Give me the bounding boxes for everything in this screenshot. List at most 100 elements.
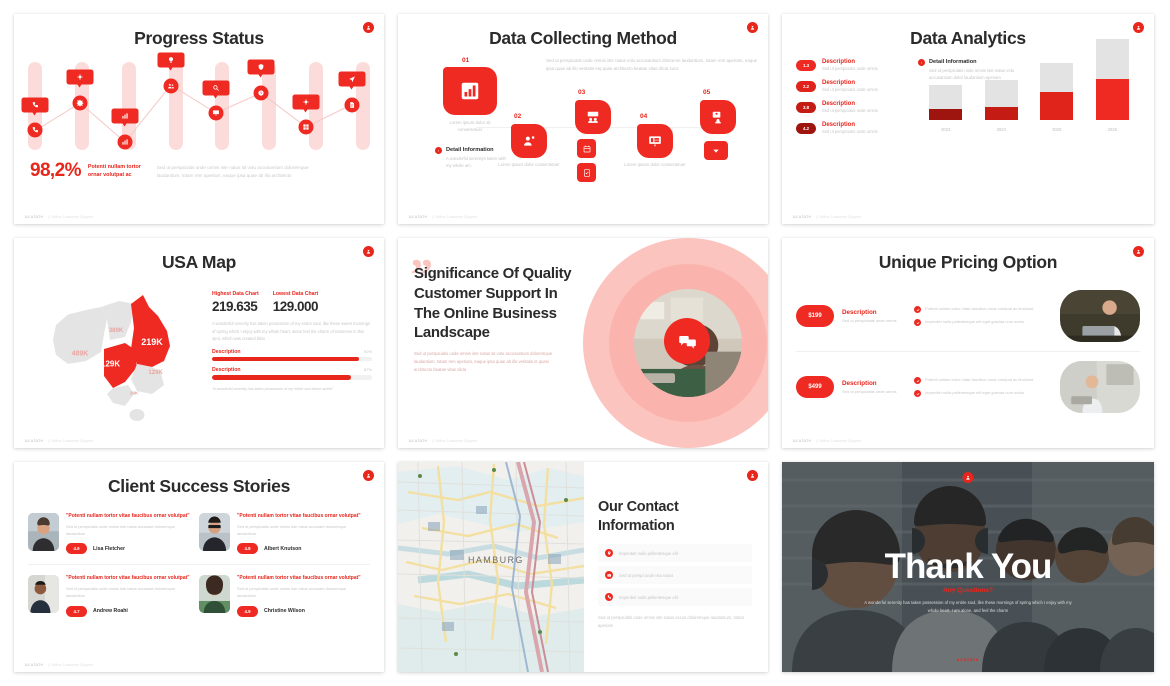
map-region-label: 129K bbox=[101, 359, 121, 369]
kpi-item[interactable]: 1.3 Description Sed ut perspiciatis unde… bbox=[796, 59, 908, 71]
progress-stat-label: Potenti nullam tortor ornar volutpat ac bbox=[87, 164, 141, 178]
progress-node[interactable] bbox=[344, 97, 360, 113]
brand-tagline: | Online Customer Support bbox=[48, 438, 94, 443]
slide-significance[interactable]: ” Significance Of Quality Customer Suppo… bbox=[398, 238, 768, 448]
progress-node[interactable] bbox=[253, 85, 269, 101]
step-number: 01 bbox=[462, 57, 470, 64]
rating-badge: 4.9 bbox=[66, 543, 87, 555]
testimonial-card[interactable]: "Potenti nullam tortor vitae faucibus or… bbox=[28, 503, 199, 566]
contact-text: Imperdiet nulla pellentesque elit bbox=[619, 594, 678, 600]
significance-body: Sed ut perspiciatis unde omnis iste natu… bbox=[414, 351, 553, 373]
progress-row: Description 87% bbox=[212, 367, 372, 380]
map-stats: Highest Data Chart 219.635 Lowest Data C… bbox=[212, 277, 372, 427]
slide-usa-map[interactable]: USA Map 489K 389K 219K 129K 129K 29K Hig… bbox=[14, 238, 384, 448]
user-icon bbox=[750, 25, 755, 30]
testimonial-rating-row: 4.7 Andrew Roahi bbox=[66, 605, 193, 617]
progress-tooltip[interactable] bbox=[202, 80, 230, 99]
photo-illustration bbox=[1060, 290, 1140, 342]
slide-unique-pricing[interactable]: Unique Pricing Option $199 Description S… bbox=[782, 238, 1154, 448]
step-card[interactable] bbox=[511, 124, 547, 158]
highest-data-stat: Highest Data Chart 219.635 bbox=[212, 291, 259, 314]
progress-tooltip[interactable] bbox=[247, 59, 275, 78]
city-map[interactable]: HAMBURG bbox=[398, 462, 584, 672]
progress-track bbox=[212, 356, 372, 362]
slide-contact-information[interactable]: HAMBURG Our Contact Information Imperdie… bbox=[398, 462, 768, 672]
step-card[interactable] bbox=[700, 100, 736, 134]
contact-row-address[interactable]: Imperdiet nulla pellentesque elit bbox=[598, 544, 752, 563]
progress-node[interactable] bbox=[27, 122, 43, 138]
bar-column[interactable] bbox=[1095, 39, 1129, 120]
kpi-value: 2.2 bbox=[796, 80, 816, 92]
bar-segment-value bbox=[1040, 92, 1074, 120]
kpi-body: Sed ut perspiciatis unde omnis bbox=[822, 129, 878, 134]
pricing-row[interactable]: $499 Description Sed ut perspiciatis und… bbox=[796, 351, 1140, 422]
any-questions-label: Any Questions? bbox=[943, 586, 993, 594]
feature-item: Potenti nullam tortor vitae faucibus orn… bbox=[914, 377, 1052, 384]
progress-node[interactable] bbox=[72, 95, 88, 111]
kpi-item[interactable]: 2.2 Description Sed ut perspiciatis unde… bbox=[796, 80, 908, 92]
kpi-item[interactable]: 3.8 Description Sed ut perspiciatis unde… bbox=[796, 101, 908, 113]
mini-card[interactable] bbox=[704, 141, 728, 160]
progress-node[interactable] bbox=[117, 134, 133, 150]
info-icon bbox=[918, 59, 925, 66]
progress-tooltip[interactable] bbox=[111, 108, 139, 127]
progress-node[interactable] bbox=[163, 78, 179, 94]
step-caption: Lorem ipsum dolor consectetuer bbox=[624, 162, 686, 167]
avatar bbox=[28, 575, 59, 614]
kpi-item[interactable]: 4.2 Description Sed ut perspiciatis unde… bbox=[796, 122, 908, 134]
brand-name: acalate bbox=[409, 214, 428, 219]
plan-description: Description Sed ut perspiciatis unde omn… bbox=[842, 309, 906, 323]
pricing-row[interactable]: $199 Description Sed ut perspiciatis und… bbox=[796, 281, 1140, 351]
slide-data-collecting-method[interactable]: Data Collecting Method Sed ut perspiciat… bbox=[398, 14, 768, 224]
kpi-heading: Description bbox=[822, 59, 856, 65]
progress-tooltip[interactable] bbox=[338, 71, 366, 90]
progress-node[interactable] bbox=[208, 105, 224, 121]
progress-fill bbox=[212, 356, 360, 362]
brand-tagline: | Online Customer Support bbox=[48, 662, 94, 667]
contact-rows: Imperdiet nulla pellentesque elit Sed ut… bbox=[598, 544, 752, 607]
progress-tooltip[interactable] bbox=[21, 97, 49, 116]
mini-card[interactable] bbox=[577, 139, 596, 158]
slide-corner-badge bbox=[1133, 22, 1144, 33]
testimonial-grid: "Potenti nullam tortor vitae faucibus or… bbox=[28, 503, 370, 627]
page-title: USA Map bbox=[161, 252, 237, 272]
contact-row-phone[interactable]: Imperdiet nulla pellentesque elit bbox=[598, 588, 752, 607]
stat-heading: Lowest Data Chart bbox=[272, 291, 319, 297]
bar-segment-value bbox=[1095, 79, 1129, 120]
step-card[interactable] bbox=[575, 100, 611, 134]
testimonial-rating-row: 4.8 Albert Knutson bbox=[237, 543, 364, 555]
checklist-icon bbox=[583, 168, 590, 177]
bar-column[interactable] bbox=[929, 85, 963, 120]
check-icon bbox=[914, 319, 921, 326]
user-icon bbox=[1136, 25, 1141, 30]
progress-tooltip[interactable] bbox=[66, 69, 94, 88]
region-map[interactable]: 489K 389K 219K 129K 129K 29K bbox=[26, 277, 206, 427]
bar-column[interactable] bbox=[1040, 63, 1074, 120]
step-card[interactable] bbox=[443, 67, 497, 115]
mini-card[interactable] bbox=[577, 163, 596, 182]
user-icon bbox=[1136, 249, 1141, 254]
photo-illustration bbox=[199, 575, 230, 614]
slide-progress-status[interactable]: Progress Status 98,2% Potenti nullam tor… bbox=[14, 14, 384, 224]
testimonial-card[interactable]: "Potenti nullam tortor vitae faucibus or… bbox=[199, 565, 370, 626]
slide-corner-badge bbox=[747, 470, 758, 481]
bulb-icon bbox=[168, 57, 173, 63]
brand-tagline: | Online Customer Support bbox=[816, 214, 862, 219]
progress-tooltip[interactable] bbox=[292, 94, 320, 113]
step-card[interactable] bbox=[637, 124, 673, 158]
slide-client-success-stories[interactable]: Client Success Stories "Potenti nullam t… bbox=[14, 462, 384, 672]
client-name: Lisa Fletcher bbox=[93, 545, 126, 552]
feature-item: Potenti nullam tortor vitae faucibus orn… bbox=[914, 306, 1052, 313]
chart-icon bbox=[122, 139, 128, 145]
play-overlay-button[interactable] bbox=[664, 318, 710, 364]
slide-data-analytics[interactable]: Data Analytics 1.3 Description Sed ut pe… bbox=[782, 14, 1154, 224]
testimonial-card[interactable]: "Potenti nullam tortor vitae faucibus or… bbox=[199, 503, 370, 566]
progress-node[interactable] bbox=[298, 119, 314, 135]
bar-column[interactable] bbox=[984, 80, 1018, 120]
contact-row-email[interactable]: Sed ut perspi unde ista natus bbox=[598, 566, 752, 585]
progress-track bbox=[212, 375, 372, 380]
chart-icon bbox=[122, 113, 128, 119]
progress-tooltip[interactable] bbox=[157, 52, 185, 71]
slide-thank-you[interactable]: Thank You Any Questions? A wonderful ser… bbox=[782, 462, 1154, 672]
testimonial-card[interactable]: "Potenti nullam tortor vitae faucibus or… bbox=[28, 565, 199, 626]
